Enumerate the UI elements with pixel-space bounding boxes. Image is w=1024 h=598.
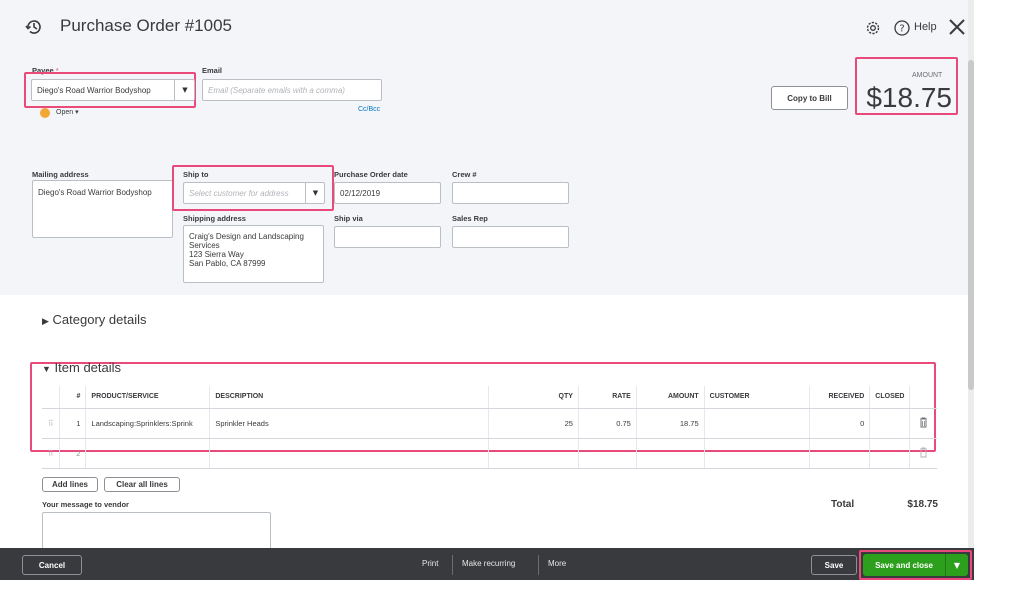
collapse-icon: ▼ — [42, 364, 51, 374]
amount-cell[interactable]: 18.75 — [636, 408, 705, 439]
shipping-address-line: Services — [189, 241, 220, 250]
row-number: 1 — [59, 408, 87, 439]
shipping-address-label: Shipping address — [183, 214, 246, 223]
cancel-button[interactable]: Cancel — [22, 555, 82, 575]
col-rate: RATE — [578, 386, 637, 409]
col-delete — [909, 386, 937, 409]
item-details-toggle[interactable]: ▼ Item details — [42, 360, 121, 375]
category-details-toggle[interactable]: ▶ Category details — [42, 312, 147, 327]
shipping-address-line: San Pablo, CA 87999 — [189, 259, 266, 268]
status-icon — [40, 108, 50, 118]
col-qty: QTY — [488, 386, 579, 409]
payee-select[interactable]: Diego's Road Warrior Bodyshop — [31, 79, 195, 101]
col-drag — [42, 386, 61, 409]
clear-all-lines-button[interactable]: Clear all lines — [104, 477, 180, 492]
shipping-address-textarea[interactable]: Craig's Design and Landscaping Services … — [183, 225, 324, 283]
po-date-value: 02/12/2019 — [340, 188, 381, 198]
history-icon[interactable] — [24, 17, 44, 37]
save-button[interactable]: Save — [811, 555, 857, 575]
total-label: Total — [831, 499, 855, 510]
mailing-address-label: Mailing address — [32, 170, 89, 179]
ship-via-label: Ship via — [334, 214, 363, 223]
crew-input[interactable] — [452, 182, 569, 204]
ship-to-dropdown-icon[interactable]: ▼ — [305, 182, 325, 204]
trash-icon[interactable] — [909, 438, 937, 469]
drag-handle-icon[interactable]: ⠿ — [42, 438, 61, 469]
qty-cell[interactable]: 25 — [488, 408, 579, 439]
svg-text:?: ? — [899, 24, 904, 35]
scrollbar-thumb[interactable] — [968, 60, 974, 390]
payee-value: Diego's Road Warrior Bodyshop — [37, 85, 151, 95]
footer-divider — [452, 555, 453, 575]
item-details-table: # PRODUCT/SERVICE DESCRIPTION QTY RATE A… — [42, 386, 937, 469]
copy-to-bill-button[interactable]: Copy to Bill — [771, 86, 848, 110]
trash-icon[interactable] — [909, 408, 937, 439]
description-cell[interactable]: Sprinkler Heads — [209, 408, 490, 439]
description-cell[interactable] — [209, 438, 490, 469]
customer-cell[interactable] — [704, 438, 811, 469]
product-cell[interactable] — [85, 438, 211, 469]
shipping-address-line: 123 Sierra Way — [189, 250, 244, 259]
total-value: $18.75 — [907, 499, 938, 510]
product-cell[interactable]: Landscaping:Sprinklers:Sprink — [85, 408, 211, 439]
help-link[interactable]: Help — [914, 21, 937, 33]
customer-cell[interactable] — [704, 408, 811, 439]
row-number: 2 — [59, 438, 87, 469]
ship-via-input[interactable] — [334, 226, 441, 248]
col-description: DESCRIPTION — [209, 386, 490, 409]
col-customer: CUSTOMER — [704, 386, 811, 409]
message-textarea[interactable] — [42, 512, 271, 550]
close-icon[interactable] — [948, 18, 966, 36]
save-options-dropdown-icon[interactable]: ▼ — [945, 554, 968, 576]
closed-cell[interactable] — [869, 438, 911, 469]
help-icon[interactable]: ? — [894, 20, 910, 36]
expand-icon: ▶ — [42, 316, 49, 326]
qty-cell[interactable] — [488, 438, 579, 469]
footer-divider — [538, 555, 539, 575]
page-title: Purchase Order #1005 — [60, 16, 232, 35]
received-cell[interactable] — [809, 438, 871, 469]
sales-rep-input[interactable] — [452, 226, 569, 248]
amount-label: AMOUNT — [912, 72, 943, 79]
make-recurring-link[interactable]: Make recurring — [462, 559, 515, 568]
rate-cell[interactable]: 0.75 — [578, 408, 637, 439]
closed-cell[interactable] — [869, 408, 911, 439]
save-and-close-button[interactable]: Save and close — [863, 554, 945, 576]
payee-dropdown-icon[interactable]: ▼ — [174, 79, 195, 101]
received-cell[interactable]: 0 — [809, 408, 871, 439]
mailing-address-textarea[interactable]: Diego's Road Warrior Bodyshop — [32, 180, 173, 238]
po-date-label: Purchase Order date — [334, 170, 408, 179]
table-row[interactable]: ⠿ 1 Landscaping:Sprinklers:Sprink Sprink… — [42, 408, 937, 439]
table-header-row: # PRODUCT/SERVICE DESCRIPTION QTY RATE A… — [42, 386, 937, 409]
ship-to-label: Ship to — [183, 170, 209, 179]
gear-icon[interactable] — [865, 20, 881, 36]
ship-to-select[interactable]: Select customer for address — [183, 182, 325, 204]
ship-to-placeholder: Select customer for address — [189, 188, 289, 198]
drag-handle-icon[interactable]: ⠿ — [42, 408, 61, 439]
col-closed: CLOSED — [869, 386, 911, 409]
table-row[interactable]: ⠿ 2 — [42, 438, 937, 469]
cc-bcc-link[interactable]: Cc/Bcc — [358, 106, 380, 113]
more-link[interactable]: More — [548, 559, 566, 568]
amount-cell[interactable] — [636, 438, 705, 469]
add-lines-button[interactable]: Add lines — [42, 477, 98, 492]
email-placeholder: Email (Separate emails with a comma) — [208, 85, 345, 95]
po-date-input[interactable]: 02/12/2019 — [334, 182, 441, 204]
crew-label: Crew # — [452, 170, 477, 179]
col-number: # — [59, 386, 87, 409]
col-received: RECEIVED — [809, 386, 871, 409]
message-label: Your message to vendor — [42, 500, 129, 509]
mailing-address-value: Diego's Road Warrior Bodyshop — [38, 188, 152, 197]
status-dropdown[interactable]: Open ▾ — [56, 108, 79, 116]
shipping-address-line: Craig's Design and Landscaping — [189, 232, 304, 241]
print-link[interactable]: Print — [422, 559, 438, 568]
email-input[interactable]: Email (Separate emails with a comma) — [202, 79, 382, 101]
col-product: PRODUCT/SERVICE — [85, 386, 211, 409]
sales-rep-label: Sales Rep — [452, 214, 488, 223]
col-amount: AMOUNT — [636, 386, 705, 409]
amount-value: $18.75 — [866, 82, 952, 113]
rate-cell[interactable] — [578, 438, 637, 469]
email-label: Email — [202, 66, 223, 75]
